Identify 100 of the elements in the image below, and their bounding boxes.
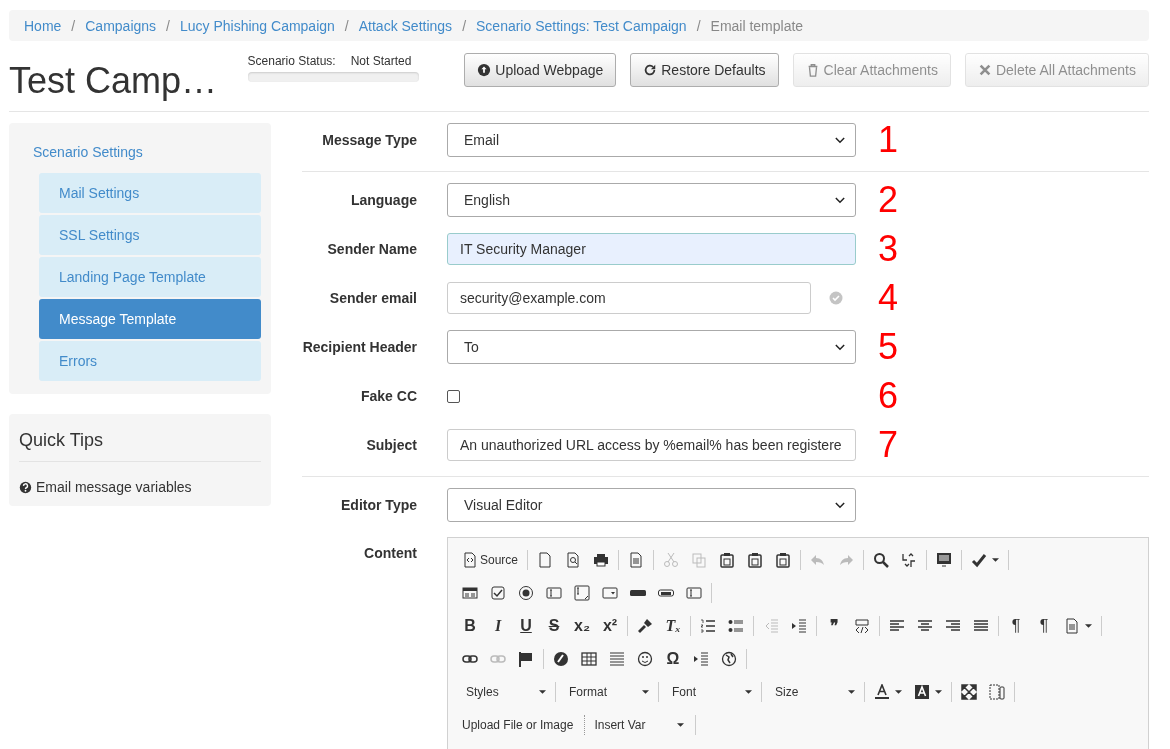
blocks-icon: [989, 683, 1005, 700]
flag-icon: [518, 650, 534, 667]
annotation-number: 3: [878, 232, 899, 266]
toolbar-button[interactable]: ¶: [1030, 612, 1058, 639]
action-button[interactable]: Restore Defaults: [630, 53, 779, 87]
field-label: Message Type: [321, 132, 417, 148]
search-icon: [873, 551, 890, 568]
upload-button[interactable]: Upload File or Image: [456, 712, 582, 737]
toolbar-button[interactable]: x²: [596, 612, 624, 639]
toolbar-button[interactable]: I: [484, 612, 512, 639]
select-icon: [602, 584, 618, 601]
copy-icon: [691, 551, 708, 568]
globe-icon: [721, 650, 737, 667]
printer-icon: [593, 551, 610, 568]
breadcrumb-separator: /: [462, 17, 466, 34]
text-field[interactable]: security@example.com: [447, 282, 811, 314]
checkbox[interactable]: [447, 389, 460, 403]
document-icon: [628, 551, 645, 568]
check-circle-icon: [829, 291, 843, 305]
page-icon: [537, 551, 554, 568]
chevron-icon: [835, 343, 845, 351]
annotation-number: 6: [878, 379, 899, 413]
toolbar-button[interactable]: Ω: [659, 645, 687, 672]
caret-icon: [848, 689, 855, 694]
align-center-icon: [917, 617, 933, 634]
refresh-icon: [643, 63, 658, 77]
upload-icon: [477, 63, 492, 77]
div-icon: [854, 617, 870, 634]
spellcheck-icon: [971, 551, 988, 568]
toolbar-button[interactable]: ¶: [1002, 612, 1030, 639]
dropdown-button[interactable]: Format: [559, 679, 655, 704]
annotation-number: 7: [878, 428, 899, 462]
cross-icon: [977, 63, 992, 77]
caret-icon: [676, 722, 684, 727]
status-value: Not Started: [350, 54, 412, 68]
field-label: Content: [363, 544, 417, 561]
dropdown-button[interactable]: Insert Var: [588, 712, 692, 737]
caret-icon: [745, 689, 752, 694]
status-label: Scenario Status:: [247, 54, 336, 68]
outdent-icon: [763, 617, 779, 634]
annotation-number: 5: [878, 330, 899, 364]
caret-icon: [935, 689, 942, 694]
annotation-number: 4: [878, 281, 899, 315]
indent-icon: [693, 650, 709, 667]
caret-icon: [895, 689, 902, 694]
breadcrumb-separator: /: [696, 17, 701, 34]
tips-title: Quick Tips: [19, 430, 261, 462]
caret-icon: [539, 689, 546, 694]
select-field[interactable]: English: [447, 183, 856, 217]
toolbar-button[interactable]: Source: [456, 546, 525, 573]
breadcrumb-separator: /: [71, 17, 76, 34]
justify-icon: [973, 617, 989, 634]
toolbar-button[interactable]: Tₓ: [659, 612, 687, 639]
toolbar-button[interactable]: S: [540, 612, 568, 639]
chevron-icon: [835, 501, 845, 509]
source-icon: [462, 551, 478, 568]
dropdown-button[interactable]: Font: [662, 679, 758, 704]
select-field[interactable]: Email: [447, 123, 856, 157]
numbered-list-icon: [700, 617, 716, 634]
align-right-icon: [945, 617, 961, 634]
annotation-number: 2: [878, 183, 899, 217]
dropdown-button[interactable]: Styles: [456, 679, 552, 704]
text-field[interactable]: IT Security Manager: [447, 233, 856, 265]
select-field[interactable]: Visual Editor: [447, 488, 856, 522]
field-label: Subject: [365, 437, 417, 453]
background-color-icon: [914, 683, 930, 700]
text-field-icon: [686, 584, 702, 601]
field-label: Recipient Header: [302, 339, 417, 355]
annotation-number: 1: [878, 123, 899, 157]
field-label: Editor Type: [340, 497, 417, 513]
smiley-icon: [637, 650, 653, 667]
toolbar-button[interactable]: ❞: [820, 612, 848, 639]
caret-icon: [992, 557, 1000, 562]
sidebar-item[interactable]: Message Template: [39, 299, 261, 339]
page-search-icon: [565, 551, 582, 568]
radio-icon: [518, 584, 534, 601]
horizontal-lines-icon: [609, 650, 625, 667]
page-title: Test Camp…: [9, 59, 219, 103]
indent-icon: [791, 617, 807, 634]
replace-icon: [901, 551, 918, 568]
tips-link[interactable]: Email message variables: [36, 479, 192, 495]
text-field[interactable]: An unauthorized URL access by %email% has been registere: [447, 429, 856, 461]
caret-icon: [642, 689, 649, 694]
select-field[interactable]: To: [447, 330, 856, 364]
expand-icon: [961, 683, 977, 700]
text-field-icon: [546, 584, 562, 601]
help-icon: [19, 480, 32, 494]
caret-icon: [1085, 623, 1092, 628]
table-icon: [581, 650, 597, 667]
toolbar-button[interactable]: B: [456, 612, 484, 639]
align-left-icon: [889, 617, 905, 634]
toolbar-button[interactable]: U: [512, 612, 540, 639]
field-label: Language: [349, 192, 417, 208]
chevron-icon: [835, 136, 845, 144]
toolbar-button[interactable]: x₂: [568, 612, 596, 639]
action-button[interactable]: Upload Webpage: [464, 53, 617, 87]
breadcrumb-separator: /: [166, 17, 170, 34]
form-icon: [462, 584, 478, 601]
dropdown-button[interactable]: Size: [765, 679, 861, 704]
text-color-icon: [874, 683, 890, 700]
